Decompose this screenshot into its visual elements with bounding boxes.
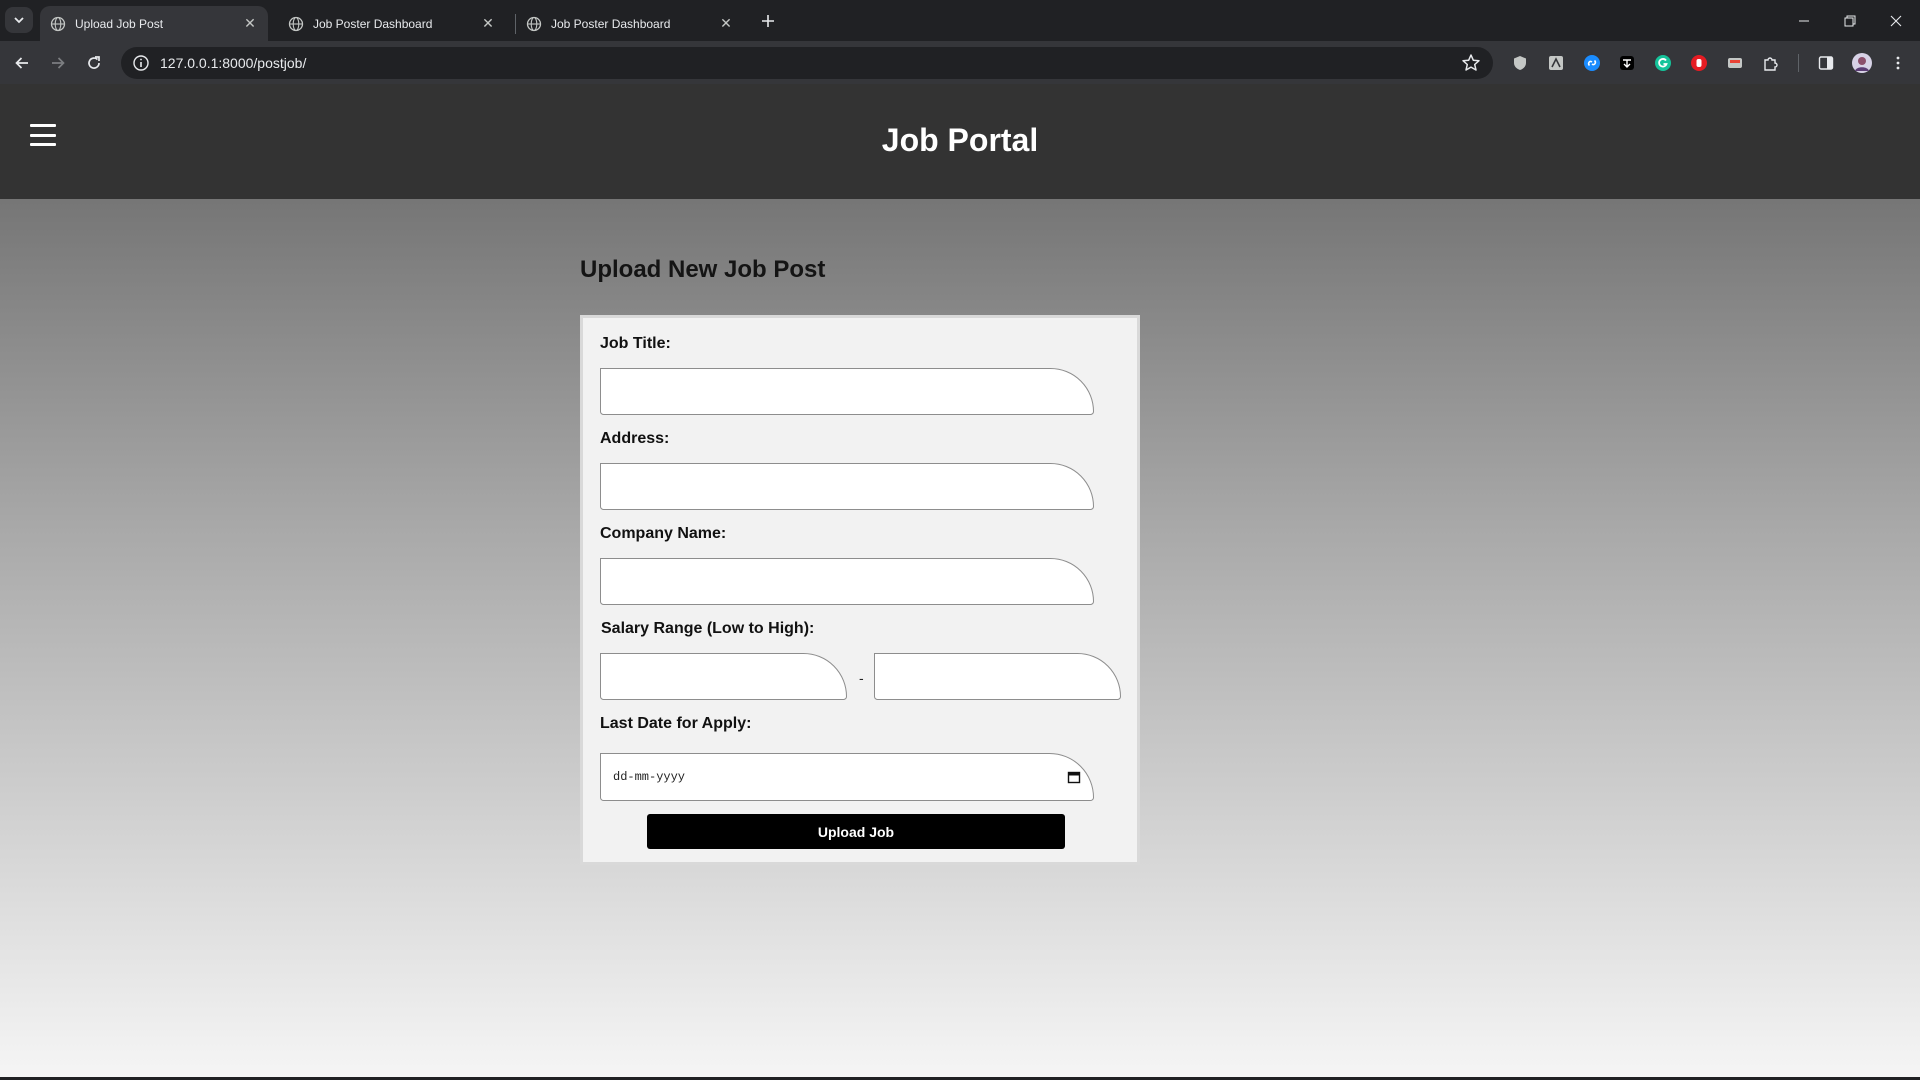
address-input[interactable]: [600, 463, 1094, 510]
browser-toolbar: 127.0.0.1:8000/postjob/: [0, 41, 1920, 84]
date-placeholder: dd-mm-yyyy: [613, 770, 686, 784]
tab-job-poster-dashboard-2[interactable]: Job Poster Dashboard ✕: [516, 6, 744, 41]
restore-button[interactable]: [1827, 0, 1873, 41]
tab-title: Job Poster Dashboard: [551, 16, 671, 31]
tab-title: Job Poster Dashboard: [313, 16, 433, 31]
close-icon[interactable]: ✕: [718, 15, 734, 32]
last-date-input[interactable]: dd-mm-yyyy: [600, 753, 1094, 801]
restore-icon: [1844, 15, 1856, 26]
new-tab-button[interactable]: [756, 9, 780, 33]
ext-icon[interactable]: [1617, 53, 1637, 73]
job-title-label: Job Title:: [600, 335, 671, 352]
reload-icon: [88, 56, 100, 69]
page-viewport: Job Portal Upload New Job Post Job Title…: [0, 84, 1920, 1077]
chevron-down-icon: [14, 17, 24, 24]
salary-range-label: Salary Range (Low to High):: [601, 620, 815, 637]
reload-button[interactable]: [80, 49, 108, 77]
calendar-icon[interactable]: [1067, 770, 1081, 784]
salary-high-input[interactable]: [874, 653, 1121, 700]
address-bar[interactable]: 127.0.0.1:8000/postjob/: [121, 47, 1493, 79]
extensions-puzzle-icon[interactable]: [1761, 53, 1781, 73]
salary-separator: -: [859, 670, 864, 686]
upload-job-button[interactable]: Upload Job: [647, 814, 1065, 849]
close-icon[interactable]: ✕: [480, 15, 496, 32]
minimize-button[interactable]: [1781, 0, 1827, 41]
close-icon: [1890, 15, 1902, 26]
salary-low-input[interactable]: [600, 653, 847, 700]
toolbar-divider: [1798, 54, 1799, 72]
arrow-right-icon: [52, 57, 65, 69]
tab-job-poster-dashboard[interactable]: Job Poster Dashboard ✕: [278, 6, 506, 41]
tab-upload-job-post[interactable]: Upload Job Post ✕: [40, 6, 268, 41]
adblock-icon[interactable]: [1689, 53, 1709, 73]
job-post-form: Job Title: Address: Company Name: Salary…: [580, 315, 1140, 865]
media-icon[interactable]: [1725, 53, 1745, 73]
url-text[interactable]: 127.0.0.1:8000/postjob/: [160, 55, 306, 71]
plus-icon: [762, 15, 774, 27]
bookmark-manager-icon[interactable]: [1546, 53, 1566, 73]
minimize-icon: [1799, 20, 1809, 21]
job-title-input[interactable]: [600, 368, 1094, 415]
back-button[interactable]: [8, 49, 36, 77]
star-icon[interactable]: [1461, 53, 1481, 73]
site-header: Job Portal: [0, 84, 1920, 199]
tab-title: Upload Job Post: [75, 16, 164, 31]
last-date-label: Last Date for Apply:: [600, 715, 752, 732]
site-title: Job Portal: [881, 122, 1039, 158]
arrow-left-icon: [15, 57, 28, 69]
side-panel-icon[interactable]: [1816, 53, 1836, 73]
close-window-button[interactable]: [1873, 0, 1919, 41]
globe-icon: [50, 16, 66, 31]
avatar[interactable]: [1852, 53, 1872, 73]
globe-icon: [526, 16, 542, 31]
company-name-input[interactable]: [600, 558, 1094, 605]
shield-icon[interactable]: [1510, 53, 1530, 73]
shazam-icon[interactable]: [1582, 53, 1602, 73]
site-info-icon[interactable]: [132, 54, 150, 72]
grammarly-icon[interactable]: [1653, 53, 1673, 73]
more-menu-icon[interactable]: [1888, 53, 1908, 73]
close-icon[interactable]: ✕: [242, 15, 258, 32]
page-title: Upload New Job Post: [580, 256, 826, 283]
tab-search-button[interactable]: [5, 7, 33, 33]
browser-tab-strip: Upload Job Post ✕ Job Poster Dashboard ✕…: [0, 0, 1920, 41]
forward-button[interactable]: [44, 49, 72, 77]
address-label: Address:: [600, 430, 670, 447]
globe-icon: [288, 16, 304, 31]
company-name-label: Company Name:: [600, 525, 727, 542]
